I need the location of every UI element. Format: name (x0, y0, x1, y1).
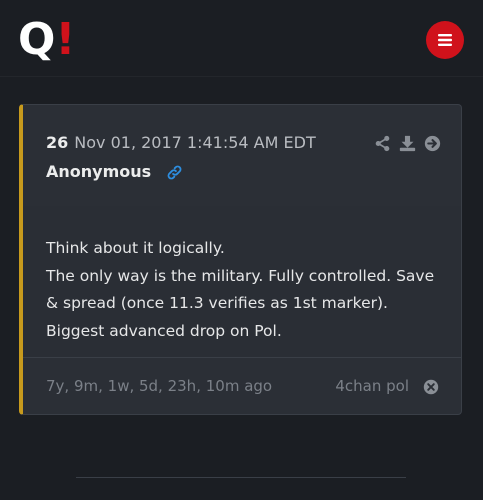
logo-letter: Q (18, 14, 55, 65)
message-line: Biggest advanced drop on Pol. (46, 321, 282, 340)
post-date: Nov 01, 2017 1:41:54 AM EDT (74, 133, 316, 152)
post-author: Anonymous (46, 162, 152, 181)
post-age: 7y, 9m, 1w, 5d, 23h, 10m ago (46, 377, 273, 395)
close-icon[interactable] (423, 379, 439, 395)
post-footer: 7y, 9m, 1w, 5d, 23h, 10m ago 4chan pol (23, 358, 461, 414)
message-line: & spread (once 11.3 verifies as 1st mark… (46, 294, 388, 312)
link-icon[interactable] (166, 164, 183, 181)
post-number[interactable]: 26 (46, 133, 68, 152)
hamburger-icon (438, 34, 452, 46)
author-line: Anonymous (46, 161, 183, 183)
logo-mark: ! (55, 14, 75, 65)
post-card: 26 Nov 01, 2017 1:41:54 AM EDT Anonymous (19, 104, 462, 415)
app-header: Q! (0, 0, 483, 77)
post-source[interactable]: 4chan pol (335, 377, 409, 395)
menu-button[interactable] (426, 21, 464, 59)
post-body: Think about it logically. The only way i… (23, 206, 461, 358)
arrow-right-circle-icon[interactable] (424, 135, 441, 152)
post-actions (374, 135, 441, 152)
divider (76, 477, 406, 478)
post-header: 26 Nov 01, 2017 1:41:54 AM EDT Anonymous (23, 105, 461, 207)
message-line: Think about it logically. (46, 239, 225, 257)
share-icon[interactable] (374, 135, 391, 152)
post-meta: 26 Nov 01, 2017 1:41:54 AM EDT (46, 133, 316, 153)
download-icon[interactable] (399, 135, 416, 152)
message-line: The only way is the military. Fully cont… (46, 266, 435, 285)
post-message: Think about it logically. The only way i… (46, 235, 446, 345)
q-logo[interactable]: Q! (18, 18, 75, 62)
